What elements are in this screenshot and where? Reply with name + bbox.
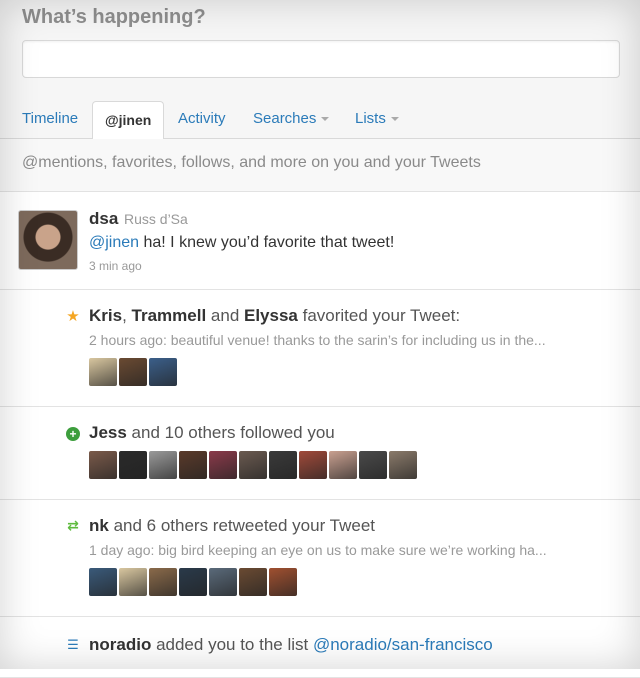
action-text: favorited your Tweet:	[297, 306, 461, 325]
avatar[interactable]	[119, 451, 147, 479]
tab-mentions[interactable]: @jinen	[92, 101, 165, 140]
avatar[interactable]	[329, 451, 357, 479]
avatar[interactable]	[209, 451, 237, 479]
user-link[interactable]: noradio	[89, 635, 151, 654]
tweet-username[interactable]: dsa	[89, 209, 118, 229]
compose-box: What’s happening?	[0, 0, 640, 100]
avatar-row	[89, 568, 299, 596]
avatar[interactable]	[149, 451, 177, 479]
action-text: and 6 others retweeted your Tweet	[108, 516, 376, 535]
action-text: and 10 others followed you	[126, 423, 335, 442]
user-link[interactable]: nk	[89, 516, 109, 535]
follow-activity-item[interactable]: + Jess and 10 others followed you	[0, 407, 640, 500]
avatar[interactable]	[239, 451, 267, 479]
avatar[interactable]	[149, 568, 177, 596]
separator: ,	[122, 306, 132, 325]
avatar[interactable]	[119, 358, 147, 386]
avatar[interactable]	[89, 358, 117, 386]
chevron-down-icon	[390, 117, 399, 122]
avatar[interactable]	[389, 451, 417, 479]
tweet-timestamp[interactable]: 3 min ago	[89, 259, 142, 273]
tweet-snippet[interactable]: 1 day ago: big bird keeping an eye on us…	[89, 542, 547, 558]
stream-description-text: @mentions, favorites, follows, and more …	[22, 154, 481, 171]
plus-circle-icon: +	[66, 427, 80, 441]
tab-timeline[interactable]: Timeline	[22, 100, 78, 138]
retweet-activity-text: nk and 6 others retweeted your Tweet	[89, 516, 375, 536]
tweet-snippet[interactable]: 2 hours ago: beautiful venue! thanks to …	[89, 332, 546, 348]
avatar[interactable]	[299, 451, 327, 479]
avatar[interactable]	[18, 210, 78, 270]
list-activity-text: noradio added you to the list @noradio/s…	[89, 635, 493, 655]
tab-searches[interactable]: Searches	[253, 100, 330, 138]
separator: and	[206, 306, 244, 325]
action-text: added you to the list	[151, 635, 313, 654]
tab-lists-label: Lists	[355, 110, 386, 127]
tab-activity[interactable]: Activity	[178, 100, 226, 138]
user-link[interactable]: Elyssa	[244, 306, 298, 325]
avatar[interactable]	[149, 358, 177, 386]
retweet-icon: ⇄	[67, 517, 79, 533]
tweet-text: @jinen ha! I knew you’d favorite that tw…	[89, 234, 394, 252]
list-icon: ☰	[67, 637, 79, 652]
favorite-activity-item[interactable]: ★ Kris, Trammell and Elyssa favorited yo…	[0, 290, 640, 407]
tweet-item[interactable]: dsa Russ d’Sa @jinen ha! I knew you’d fa…	[0, 192, 640, 290]
avatar[interactable]	[89, 568, 117, 596]
avatar[interactable]	[239, 568, 267, 596]
avatar[interactable]	[119, 568, 147, 596]
avatar-row	[89, 451, 419, 479]
favorite-activity-text: Kris, Trammell and Elyssa favorited your…	[89, 306, 460, 326]
user-link[interactable]: Jess	[89, 423, 127, 442]
avatar[interactable]	[179, 451, 207, 479]
compose-title: What’s happening?	[22, 6, 206, 28]
avatar-row	[89, 358, 179, 386]
avatar[interactable]	[89, 451, 117, 479]
avatar[interactable]	[269, 568, 297, 596]
avatar[interactable]	[209, 568, 237, 596]
avatar[interactable]	[269, 451, 297, 479]
tab-searches-label: Searches	[253, 110, 317, 127]
tab-bar: Timeline @jinen Activity Searches Lists	[0, 100, 640, 140]
user-link[interactable]: Trammell	[132, 306, 207, 325]
tweet-input[interactable]	[22, 40, 620, 78]
stream-description: @mentions, favorites, follows, and more …	[0, 139, 640, 192]
tweet-fullname[interactable]: Russ d’Sa	[124, 211, 188, 227]
follow-activity-text: Jess and 10 others followed you	[89, 423, 335, 443]
retweet-activity-item[interactable]: ⇄ nk and 6 others retweeted your Tweet 1…	[0, 500, 640, 617]
tweet-body: ha! I knew you’d favorite that tweet!	[139, 234, 395, 251]
user-link[interactable]: Kris	[89, 306, 122, 325]
mention-link[interactable]: @jinen	[89, 234, 139, 251]
tab-lists[interactable]: Lists	[355, 100, 399, 138]
avatar[interactable]	[359, 451, 387, 479]
star-icon: ★	[66, 308, 80, 325]
list-link[interactable]: @noradio/san-francisco	[313, 635, 493, 654]
chevron-down-icon	[321, 117, 330, 122]
avatar[interactable]	[179, 568, 207, 596]
